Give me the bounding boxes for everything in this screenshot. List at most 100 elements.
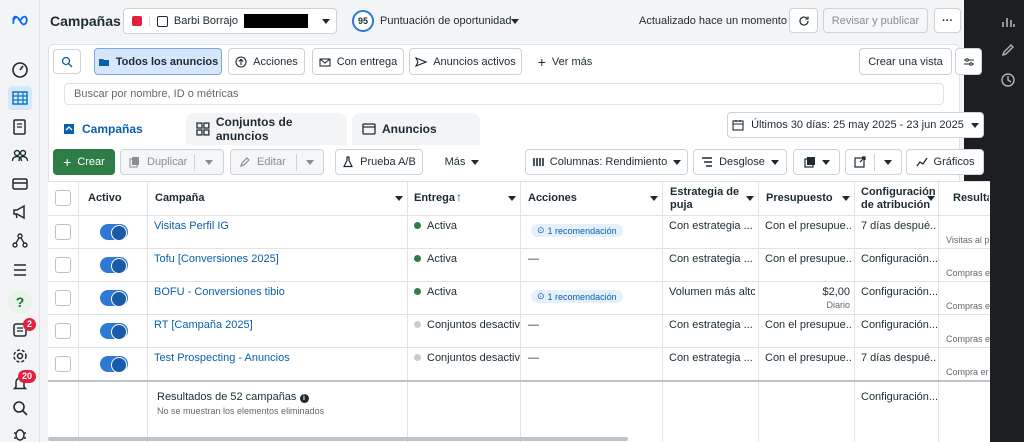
charts-button[interactable]: Gráficos [906, 149, 984, 175]
column-header-delivery[interactable]: Entrega [414, 192, 455, 204]
results-cell: Compras e [946, 334, 990, 344]
chevron-down-icon [673, 159, 682, 165]
column-header-attribution[interactable]: Configuración [861, 186, 936, 198]
bug-report-icon[interactable] [8, 422, 32, 442]
column-menu-chevron-icon[interactable] [746, 196, 754, 201]
column-header-results[interactable]: Resulta [953, 192, 989, 204]
audiences-icon[interactable] [8, 143, 32, 167]
search-toggle-button[interactable] [53, 49, 81, 74]
account-selector[interactable]: | Barbi Borrajo [123, 8, 337, 34]
attribution-cell: Configuración... [861, 319, 937, 331]
duplicate-button[interactable]: Duplicar [120, 149, 224, 175]
meta-logo-icon[interactable] [8, 8, 32, 32]
more-options-button[interactable]: ··· [934, 8, 961, 33]
campaign-toggle[interactable] [100, 323, 128, 340]
campaign-name-link[interactable]: Visitas Perfil IG [154, 220, 229, 232]
tab-ads[interactable]: Anuncios [352, 113, 480, 145]
column-menu-chevron-icon[interactable] [395, 196, 403, 201]
bar-chart-icon[interactable] [1000, 14, 1018, 32]
column-menu-chevron-icon[interactable] [650, 196, 658, 201]
campaign-toggle[interactable] [100, 224, 128, 241]
see-more-button[interactable]: + Ver más [530, 48, 600, 75]
column-menu-chevron-icon[interactable] [508, 196, 516, 201]
results-cell: Compras e [946, 268, 990, 278]
arrow-up-circle-icon: ⊙ [537, 291, 545, 301]
megaphone-icon[interactable] [8, 200, 32, 224]
tab-campaigns[interactable]: Campañas [52, 113, 180, 145]
history-clock-icon[interactable] [1000, 72, 1018, 90]
results-cell: Visitas al p [946, 235, 990, 245]
create-view-button[interactable]: Crear una vista [859, 48, 952, 75]
delivery-status: Conjuntos desactiv [414, 352, 520, 364]
filter-all-ads[interactable]: Todos los anuncios [94, 48, 222, 75]
search-icon[interactable] [8, 396, 32, 420]
calendar-icon [732, 120, 744, 131]
info-icon[interactable]: i [299, 394, 309, 403]
row-checkbox[interactable] [55, 257, 71, 273]
column-header-attribution-line2[interactable]: de atribución [861, 199, 930, 211]
network-icon[interactable] [8, 229, 32, 253]
campaign-name-link[interactable]: BOFU - Conversiones tibio [154, 286, 285, 298]
reports-button[interactable] [793, 149, 840, 175]
opportunity-score-badge[interactable]: 95 [352, 10, 374, 32]
column-header-budget[interactable]: Presupuesto [766, 192, 833, 204]
settings-gear-icon[interactable] [8, 344, 32, 368]
breakdown-button[interactable]: Desglose [693, 149, 787, 175]
recommendation-badge[interactable]: ⊙ 1 recomendación [531, 224, 623, 237]
horizontal-scrollbar[interactable] [48, 437, 628, 441]
actions-cell: — [528, 319, 539, 331]
campaign-toggle[interactable] [100, 257, 128, 274]
review-publish-button[interactable]: Revisar y publicar [823, 8, 928, 33]
dashboard-icon[interactable] [8, 58, 32, 82]
view-settings-button[interactable] [955, 48, 982, 75]
campaign-name-link[interactable]: Tofu [Conversiones 2025] [154, 253, 279, 265]
filter-active-ads[interactable]: Anuncios activos [409, 48, 522, 75]
menu-icon[interactable] [8, 258, 32, 282]
tab-adsets[interactable]: Conjuntos de anuncios [186, 113, 347, 145]
grid-icon [196, 122, 210, 136]
campaign-toggle[interactable] [100, 290, 128, 307]
column-menu-chevron-icon[interactable] [927, 196, 935, 201]
select-all-checkbox[interactable] [55, 190, 71, 206]
campaign-toggle[interactable] [100, 356, 128, 373]
ab-test-button[interactable]: Prueba A/B [335, 149, 423, 175]
campaign-name-link[interactable]: RT [Campaña 2025] [154, 319, 253, 331]
row-checkbox[interactable] [55, 323, 71, 339]
recommendation-badge[interactable]: ⊙ 1 recomendación [531, 290, 623, 303]
filter-actions[interactable]: Acciones [228, 48, 305, 75]
pencil-icon[interactable] [1000, 42, 1018, 60]
delivery-status: Activa [414, 286, 457, 298]
column-menu-chevron-icon[interactable] [842, 196, 850, 201]
edit-button[interactable]: Editar [230, 149, 324, 175]
row-checkbox[interactable] [55, 290, 71, 306]
column-header-active[interactable]: Activo [88, 192, 122, 204]
search-icon [61, 56, 73, 67]
charts-icon [915, 157, 928, 167]
bid-strategy-cell: Volumen más alto [669, 286, 755, 298]
row-checkbox[interactable] [55, 224, 71, 240]
sort-ascending-icon[interactable]: ↑ [456, 190, 462, 204]
opportunity-chevron-icon[interactable] [511, 19, 519, 24]
pages-icon[interactable] [8, 115, 32, 139]
billing-card-icon[interactable] [8, 172, 32, 196]
campaign-name-link[interactable]: Test Prospecting - Anuncios [154, 352, 290, 364]
row-checkbox[interactable] [55, 356, 71, 372]
column-header-bid-strategy[interactable]: Estrategia de [670, 186, 739, 198]
left-navigation: ? 2 20 [0, 0, 40, 442]
help-icon[interactable]: ? [8, 290, 32, 314]
columns-button[interactable]: Columnas: Rendimiento [525, 149, 688, 175]
search-input[interactable]: Buscar por nombre, ID o métricas [64, 83, 944, 105]
date-range-picker[interactable]: Últimos 30 días: 25 may 2025 - 23 jun 20… [727, 112, 984, 138]
filter-with-delivery[interactable]: Con entrega [312, 48, 404, 75]
more-button[interactable]: Más [437, 149, 487, 175]
account-redacted-block [244, 14, 309, 28]
refresh-button[interactable] [789, 8, 818, 33]
create-button[interactable]: + Crear [53, 149, 115, 175]
column-header-campaign[interactable]: Campaña [155, 192, 205, 204]
attribution-cell: 7 días despué... [861, 220, 937, 232]
campaigns-table-icon[interactable] [8, 86, 32, 110]
column-header-bid-strategy-line2[interactable]: puja [670, 199, 693, 211]
export-button[interactable] [845, 149, 902, 175]
opportunity-score-label[interactable]: Puntuación de oportunidad [380, 15, 512, 27]
column-header-actions[interactable]: Acciones [528, 192, 577, 204]
